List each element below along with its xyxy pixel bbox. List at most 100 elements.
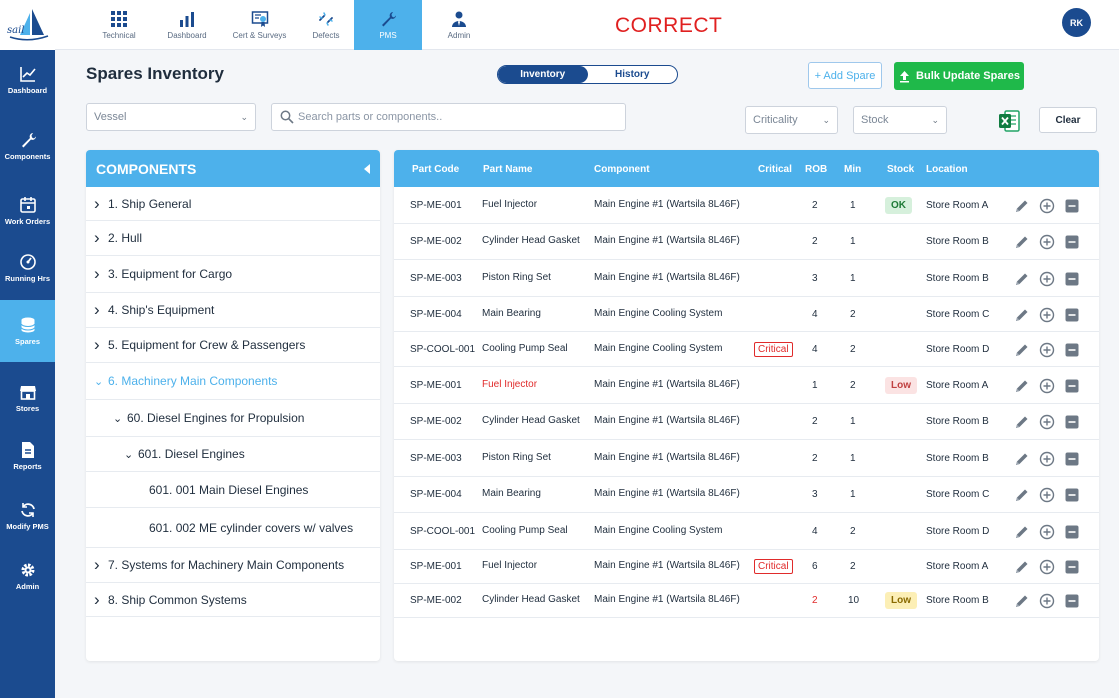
header-part-code[interactable]: Part Code [412, 164, 459, 175]
nav-tab-defects[interactable]: Defects [298, 0, 354, 50]
table-row[interactable]: SP-ME-002 Cylinder Head Gasket Main Engine… [394, 404, 1099, 440]
remove-square-icon[interactable] [1064, 593, 1080, 609]
table-row[interactable]: SP-ME-002 Cylinder Head Gasket Main Engine… [394, 584, 1099, 618]
add-circle-icon[interactable] [1039, 487, 1055, 503]
add-circle-icon[interactable] [1039, 234, 1055, 250]
remove-square-icon[interactable] [1064, 342, 1080, 358]
edit-pencil-icon[interactable] [1014, 414, 1030, 430]
table-row[interactable]: SP-ME-004 Main Bearing Main Engine #1 (War… [394, 477, 1099, 513]
criticality-select[interactable]: Criticality ⌄ [745, 106, 838, 134]
add-circle-icon[interactable] [1039, 414, 1055, 430]
user-avatar[interactable]: RK [1062, 8, 1091, 37]
nav-tab-admin[interactable]: Admin [425, 0, 493, 50]
sidebar-item-modify-pms[interactable]: Modify PMS [0, 486, 55, 546]
clear-button[interactable]: Clear [1039, 107, 1097, 133]
remove-square-icon[interactable] [1064, 234, 1080, 250]
header-stock[interactable]: Stock [887, 164, 914, 175]
nav-tab-pms[interactable]: PMS [354, 0, 422, 50]
excel-export-icon[interactable] [997, 109, 1021, 133]
view-toggle[interactable]: Inventory History [497, 65, 678, 84]
edit-pencil-icon[interactable] [1014, 234, 1030, 250]
search-box[interactable] [271, 103, 626, 131]
sidebar-item-dashboard[interactable]: Dashboard [0, 50, 55, 110]
remove-square-icon[interactable] [1064, 271, 1080, 287]
table-row[interactable]: SP-ME-001 Fuel Injector Main Engine #1 (Wa… [394, 187, 1099, 224]
edit-pencil-icon[interactable] [1014, 307, 1030, 323]
edit-pencil-icon[interactable] [1014, 198, 1030, 214]
header-critical[interactable]: Critical [758, 164, 792, 175]
remove-square-icon[interactable] [1064, 414, 1080, 430]
sidebar-item-stores[interactable]: Stores [0, 368, 55, 428]
edit-pencil-icon[interactable] [1014, 487, 1030, 503]
add-circle-icon[interactable] [1039, 559, 1055, 575]
bulk-update-spares-button[interactable]: Bulk Update Spares [894, 62, 1024, 90]
header-min[interactable]: Min [844, 164, 861, 175]
tree-item[interactable]: › 2. Hull [86, 221, 380, 256]
sidebar-item-work-orders[interactable]: Work Orders [0, 181, 55, 241]
add-circle-icon[interactable] [1039, 378, 1055, 394]
nav-tab-cert-surveys[interactable]: Cert & Surveys [221, 0, 298, 50]
edit-pencil-icon[interactable] [1014, 559, 1030, 575]
add-circle-icon[interactable] [1039, 593, 1055, 609]
nav-tab-technical[interactable]: Technical [85, 0, 153, 50]
tree-item[interactable]: ⌄ 60. Diesel Engines for Propulsion [86, 400, 380, 437]
search-input[interactable] [298, 111, 598, 123]
app-logo[interactable]: sail [0, 0, 55, 50]
toggle-inventory[interactable]: Inventory [498, 66, 588, 83]
header-rob[interactable]: ROB [805, 164, 827, 175]
remove-square-icon[interactable] [1064, 378, 1080, 394]
chevron-down-icon[interactable]: ⌄ [124, 448, 138, 461]
table-row[interactable]: SP-ME-001 Fuel Injector Main Engine #1 (Wa… [394, 550, 1099, 584]
remove-square-icon[interactable] [1064, 487, 1080, 503]
edit-pencil-icon[interactable] [1014, 342, 1030, 358]
chevron-right-icon[interactable]: › [94, 195, 108, 212]
sidebar-item-spares[interactable]: Spares [0, 300, 55, 362]
header-location[interactable]: Location [926, 164, 968, 175]
add-circle-icon[interactable] [1039, 342, 1055, 358]
table-row[interactable]: SP-ME-003 Piston Ring Set Main Engine #1 (… [394, 440, 1099, 477]
edit-pencil-icon[interactable] [1014, 593, 1030, 609]
remove-square-icon[interactable] [1064, 198, 1080, 214]
add-spare-button[interactable]: + Add Spare [808, 62, 882, 89]
stock-select[interactable]: Stock ⌄ [853, 106, 947, 134]
vessel-select[interactable]: Vessel ⌄ [86, 103, 256, 131]
tree-item[interactable]: ⌄ 601. Diesel Engines [86, 437, 380, 472]
chevron-right-icon[interactable]: › [94, 591, 108, 608]
header-component[interactable]: Component [594, 164, 650, 175]
sidebar-item-components[interactable]: Components [0, 116, 55, 176]
tree-item[interactable]: › 4. Ship's Equipment [86, 293, 380, 328]
add-circle-icon[interactable] [1039, 198, 1055, 214]
chevron-right-icon[interactable]: › [94, 336, 108, 353]
toggle-history[interactable]: History [588, 66, 678, 83]
tree-item[interactable]: › 1. Ship General [86, 187, 380, 221]
tree-item[interactable]: 601. 001 Main Diesel Engines [86, 472, 380, 508]
edit-pencil-icon[interactable] [1014, 524, 1030, 540]
add-circle-icon[interactable] [1039, 451, 1055, 467]
remove-square-icon[interactable] [1064, 559, 1080, 575]
table-row[interactable]: SP-ME-001 Fuel Injector Main Engine #1 (Wa… [394, 367, 1099, 404]
tree-item[interactable]: › 3. Equipment for Cargo [86, 256, 380, 293]
chevron-right-icon[interactable]: › [94, 301, 108, 318]
chevron-down-icon[interactable]: ⌄ [113, 412, 127, 425]
chevron-right-icon[interactable]: › [94, 556, 108, 573]
table-row[interactable]: SP-ME-003 Piston Ring Set Main Engine #1 (… [394, 260, 1099, 297]
table-row[interactable]: SP-ME-002 Cylinder Head Gasket Main Engine… [394, 224, 1099, 260]
edit-pencil-icon[interactable] [1014, 451, 1030, 467]
edit-pencil-icon[interactable] [1014, 378, 1030, 394]
collapse-panel-icon[interactable] [364, 163, 370, 174]
remove-square-icon[interactable] [1064, 524, 1080, 540]
tree-item[interactable]: › 7. Systems for Machinery Main Component… [86, 548, 380, 583]
sidebar-item-reports[interactable]: Reports [0, 426, 55, 486]
tree-item[interactable]: › 8. Ship Common Systems [86, 583, 380, 617]
tree-item[interactable]: › 5. Equipment for Crew & Passengers [86, 328, 380, 363]
header-part-name[interactable]: Part Name [483, 164, 532, 175]
tree-item[interactable]: ⌄ 6. Machinery Main Components [86, 363, 380, 400]
chevron-right-icon[interactable]: › [94, 265, 108, 282]
add-circle-icon[interactable] [1039, 307, 1055, 323]
sidebar-item-admin[interactable]: Admin [0, 546, 55, 606]
table-row[interactable]: SP-COOL-001 Cooling Pump Seal Main Engine … [394, 513, 1099, 550]
chevron-right-icon[interactable]: › [94, 229, 108, 246]
add-circle-icon[interactable] [1039, 524, 1055, 540]
add-circle-icon[interactable] [1039, 271, 1055, 287]
nav-tab-dashboard[interactable]: Dashboard [153, 0, 221, 50]
